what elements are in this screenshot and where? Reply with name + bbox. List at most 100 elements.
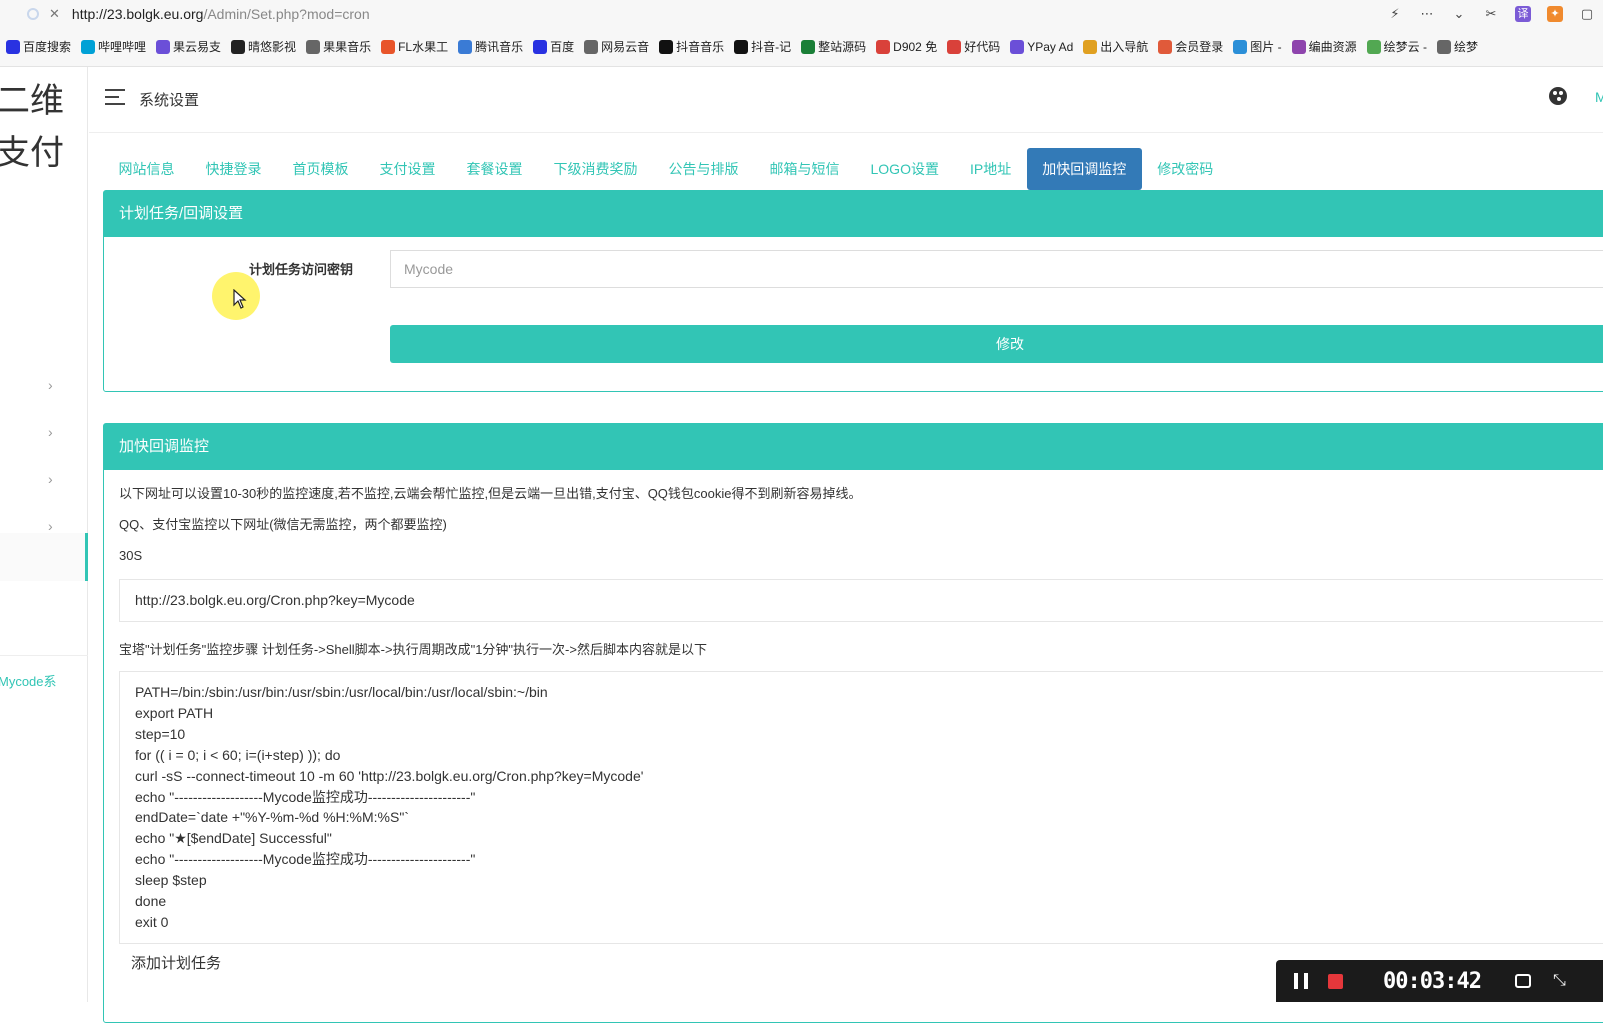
user-menu[interactable]: M — [1595, 89, 1603, 105]
bookmark-label: 出入导航 — [1100, 40, 1149, 54]
panel-title: 计划任务/回调设置 — [104, 191, 1603, 237]
bookmark-item[interactable]: 网易云音 — [584, 38, 649, 55]
bookmark-item[interactable]: 百度搜索 — [6, 38, 71, 55]
bookmark-item[interactable]: 腾讯音乐 — [458, 38, 523, 55]
tab-active[interactable]: 加快回调监控 — [1026, 148, 1142, 190]
palette-icon[interactable] — [1549, 87, 1567, 105]
bookmark-label: 网易云音 — [601, 40, 650, 54]
cat-icon — [231, 39, 246, 54]
monitor-note: QQ、支付宝监控以下网址(微信无需监控，两个都要监控) — [119, 517, 447, 532]
tab-item[interactable]: LOGO设置 — [855, 148, 954, 190]
more-icon[interactable]: ⋯ — [1419, 6, 1435, 22]
settings-tabs: 网站信息 快捷登录 首页模板 支付设置 套餐设置 下级消费奖励 公告与排版 邮箱与短信 LOGO… — [103, 148, 1229, 190]
monitor-description: 以下网址可以设置10-30秒的监控速度,若不监控,云端会帮忙监控,但是云端一旦出… — [119, 486, 862, 501]
screenshot-icon[interactable] — [1514, 974, 1531, 988]
tab-item[interactable]: 修改密码 — [1142, 148, 1229, 190]
chevron-down-icon[interactable]: ⌄ — [1451, 6, 1467, 22]
translate-icon[interactable]: 译 — [1515, 5, 1531, 22]
bookmark-item[interactable]: 百度 — [533, 38, 574, 55]
pause-icon[interactable] — [1294, 973, 1308, 989]
url-text[interactable]: http://23.bolgk.eu.org/Admin/Set.php?mod… — [72, 6, 370, 22]
submit-button[interactable]: 修改 — [390, 325, 1603, 363]
sidebar-item-active[interactable] — [0, 533, 88, 581]
shield-icon — [876, 39, 891, 54]
bookmark-label: 百度 — [550, 40, 575, 54]
tab-item[interactable]: 快捷登录 — [190, 148, 277, 190]
chevron-right-icon[interactable]: › — [48, 377, 53, 393]
tab-item[interactable]: 首页模板 — [277, 148, 364, 190]
monitor-interval: 30S — [119, 548, 143, 563]
bookmark-label: 晴悠影视 — [248, 40, 297, 54]
chevron-right-icon[interactable]: › — [48, 518, 53, 534]
cursor-icon — [233, 289, 247, 309]
bookmark-item[interactable]: 编曲资源 — [1291, 38, 1357, 55]
bookmark-label: 果果音乐 — [323, 40, 372, 54]
chevron-right-icon[interactable]: › — [48, 471, 53, 487]
window-icon[interactable]: ▢ — [1579, 6, 1595, 22]
bookmark-item[interactable]: FL水果工 — [381, 38, 448, 55]
moon-icon — [1291, 39, 1306, 54]
chevron-right-icon[interactable]: › — [48, 424, 53, 440]
bookmark-item[interactable]: 绘梦云 - — [1366, 38, 1427, 55]
bookmark-item[interactable]: 抖音-记 — [734, 38, 791, 55]
bookmark-label: 图片 - — [1250, 40, 1282, 54]
collapse-icon[interactable]: ⤡ — [1553, 972, 1566, 990]
cron-key-input[interactable]: Mycode — [390, 250, 1603, 288]
bookmark-label: 抖音音乐 — [676, 40, 725, 54]
bookmark-item[interactable]: 会员登录 — [1158, 38, 1223, 55]
tab-item[interactable]: 套餐设置 — [451, 148, 538, 190]
bookmark-label: 绘梦 — [1453, 40, 1478, 54]
sidebar: 二维 易支付 › › › › Mycode系 — [0, 67, 88, 1002]
bookmark-label: YPay Ad — [1027, 39, 1074, 54]
v-icon — [1010, 39, 1025, 54]
bookmark-item[interactable]: 出入导航 — [1083, 38, 1148, 55]
bookmark-label: 抖音-记 — [751, 40, 792, 54]
bookmark-item[interactable]: 晴悠影视 — [231, 38, 296, 55]
lightning-icon[interactable]: ⚡ — [1387, 6, 1403, 22]
bookmark-item[interactable]: 整站源码 — [801, 38, 866, 55]
bookmark-item[interactable]: D902 免 — [876, 38, 937, 55]
home-icon — [1083, 39, 1098, 54]
bookmark-label: 会员登录 — [1175, 40, 1224, 54]
bookmark-label: 哔哩哔哩 — [98, 40, 147, 54]
bookmark-label: 百度搜索 — [23, 40, 72, 54]
scissors-icon[interactable]: ✂ — [1483, 6, 1499, 22]
panel-title: 加快回调监控 — [104, 424, 1603, 470]
bookmark-item[interactable]: 果果音乐 — [306, 38, 371, 55]
insecure-icon[interactable]: ✕ — [49, 6, 60, 22]
shell-script-box[interactable]: PATH=/bin:/sbin:/usr/bin:/usr/sbin:/usr/… — [119, 671, 1603, 944]
cron-url-box[interactable]: http://23.bolgk.eu.org/Cron.php?key=Myco… — [119, 579, 1603, 622]
menu-toggle-icon[interactable] — [105, 89, 125, 105]
music-icon — [458, 39, 473, 54]
sidebar-divider — [0, 655, 88, 656]
game-icon[interactable]: ✦ — [1547, 5, 1563, 22]
bookmark-label: FL水果工 — [398, 40, 449, 54]
bookmark-label: D902 免 — [893, 40, 938, 54]
screen-recorder-bar: 00:03:42 ⤡ — [1276, 960, 1603, 1002]
tab-item[interactable]: 下级消费奖励 — [538, 148, 653, 190]
bookmark-item[interactable]: 哔哩哔哩 — [81, 38, 146, 55]
globe-icon — [306, 39, 321, 54]
browser-toolbar: ⚡ ⋯ ⌄ ✂ 译 ✦ ▢ — [1387, 0, 1603, 27]
site-info-icon[interactable] — [27, 7, 39, 20]
tab-item[interactable]: 邮箱与短信 — [754, 148, 855, 190]
globe-icon — [1436, 39, 1451, 54]
bookmark-item[interactable]: 好代码 — [947, 38, 1000, 55]
stop-record-icon[interactable] — [1328, 973, 1343, 989]
tiktok-icon — [659, 39, 674, 54]
tiktok-icon — [734, 39, 749, 54]
tab-item[interactable]: 支付设置 — [364, 148, 451, 190]
bookmark-item[interactable]: 抖音音乐 — [659, 38, 724, 55]
address-bar[interactable]: ✕ http://23.bolgk.eu.org/Admin/Set.php?m… — [0, 0, 1603, 27]
bookmark-item[interactable]: 绘梦 — [1436, 38, 1478, 55]
v-icon — [156, 39, 171, 54]
site-logo-text: 二维 易支付 — [0, 82, 64, 172]
bookmark-label: 编曲资源 — [1308, 40, 1357, 54]
sidebar-footer-link[interactable]: Mycode系 — [0, 671, 88, 690]
tab-item[interactable]: 网站信息 — [103, 148, 190, 190]
tab-item[interactable]: IP地址 — [954, 148, 1026, 190]
bookmark-item[interactable]: 果云易支 — [156, 38, 221, 55]
tab-item[interactable]: 公告与排版 — [653, 148, 754, 190]
bookmark-item[interactable]: 图片 - — [1233, 38, 1282, 55]
bookmark-item[interactable]: YPay Ad — [1010, 39, 1074, 54]
